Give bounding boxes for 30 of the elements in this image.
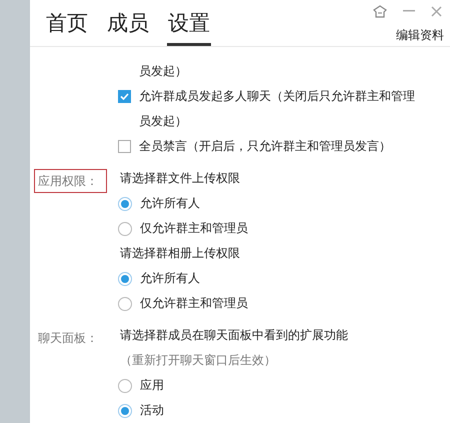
- hint-text: （重新打开聊天窗口后生效）: [119, 352, 276, 369]
- radio-button[interactable]: [118, 404, 132, 418]
- option-label: 仅允许群主和管理员: [140, 220, 248, 237]
- option-label: 仅允许群主和管理员: [140, 295, 248, 312]
- minimize-icon[interactable]: [403, 10, 415, 12]
- option-label: 应用: [140, 377, 164, 394]
- section-label: 应用权限：: [34, 169, 107, 193]
- radio-button[interactable]: [118, 272, 132, 286]
- section-label: 聊天面板：: [37, 330, 99, 347]
- checkbox[interactable]: [118, 140, 131, 153]
- checkbox[interactable]: [118, 90, 131, 103]
- option-label: 允许所有人: [140, 270, 200, 287]
- group-title: 请选择群相册上传权限: [119, 245, 240, 262]
- group-title: 请选择群成员在聊天面板中看到的扩展功能: [119, 327, 348, 344]
- edit-profile-link[interactable]: 编辑资料: [396, 27, 444, 44]
- radio-button[interactable]: [118, 379, 132, 393]
- close-icon[interactable]: [431, 6, 442, 16]
- radio-button[interactable]: [118, 297, 132, 311]
- tab[interactable]: 成员: [106, 9, 150, 46]
- skin-icon[interactable]: [373, 4, 387, 18]
- option-label: 允许所有人: [140, 195, 200, 212]
- tab[interactable]: 首页: [45, 9, 89, 46]
- option-label: 允许群成员发起多人聊天（关闭后只允许群主和管理员发起）: [139, 88, 416, 130]
- tab[interactable]: 设置: [167, 9, 211, 46]
- radio-button[interactable]: [118, 197, 132, 211]
- option-label: 员发起）: [138, 63, 187, 80]
- option-label: 全员禁言（开启后，只允许群主和管理员发言）: [139, 138, 391, 155]
- group-title: 请选择群文件上传权限: [119, 170, 240, 187]
- radio-button[interactable]: [118, 222, 132, 236]
- option-label: 活动: [140, 402, 164, 419]
